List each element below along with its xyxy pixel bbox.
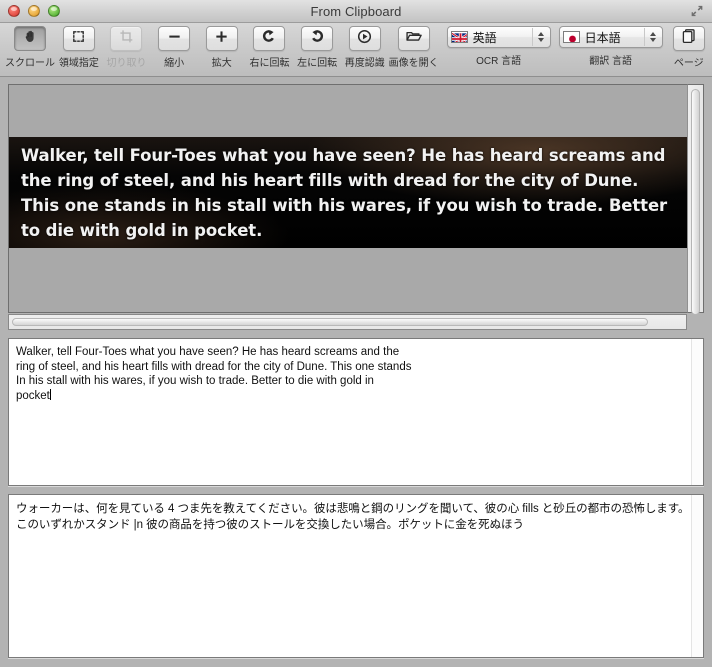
- image-preview-pane[interactable]: Walker, tell Four-Toes what you have see…: [8, 84, 687, 313]
- ocr-language-label: OCR 言語: [476, 56, 522, 67]
- toolbar-item-pages[interactable]: ページ: [671, 26, 707, 69]
- toolbar-label-scroll: スクロール: [5, 58, 55, 69]
- text-caret: [49, 388, 51, 400]
- window-titlebar: From Clipboard: [0, 0, 712, 23]
- toolbar-label-recognize: 再度認識: [344, 58, 385, 69]
- rotate-right-button[interactable]: [253, 26, 286, 51]
- open-image-button[interactable]: [397, 26, 430, 51]
- toolbar-label-zoom-out: 縮小: [164, 58, 185, 69]
- plus-icon: [214, 29, 229, 49]
- japan-flag-icon: [562, 31, 580, 43]
- uk-flag-icon: [450, 31, 468, 43]
- banner-text: Walker, tell Four-Toes what you have see…: [21, 146, 668, 240]
- minus-icon: [167, 29, 182, 49]
- ocr-language-value: 英語: [472, 30, 497, 45]
- zoom-in-button[interactable]: [205, 26, 238, 51]
- main-toolbar: スクロール 領域指定 切り取り 縮小 拡大 右に回転 左に回転 再度認識 画像を…: [0, 23, 712, 77]
- toolbar-item-zoom-in[interactable]: 拡大: [198, 26, 246, 69]
- recognize-play-icon: [357, 29, 372, 49]
- toolbar-label-rotate-left: 左に回転: [297, 58, 338, 69]
- crop-button[interactable]: [110, 26, 143, 51]
- rotate-left-icon: [309, 28, 325, 49]
- ocr-language-stepper[interactable]: [531, 28, 547, 46]
- translate-language-value: 日本語: [584, 30, 621, 45]
- minimize-button[interactable]: [28, 5, 40, 17]
- zoom-button[interactable]: [48, 5, 60, 17]
- image-horizontal-scrollbar[interactable]: [8, 314, 687, 330]
- close-button[interactable]: [8, 5, 20, 17]
- ocr-text-pane[interactable]: Walker, tell Four-Toes what you have see…: [8, 338, 704, 486]
- selection-marquee-icon: [71, 29, 86, 49]
- chevron-up-icon: [649, 32, 656, 36]
- translate-language-label: 翻訳 言語: [589, 56, 632, 67]
- toolbar-item-recognize[interactable]: 再度認識: [341, 26, 389, 69]
- select-area-button[interactable]: [62, 26, 95, 51]
- translation-text[interactable]: ウォーカーは、何を見ている 4 つま先を教えてください。彼は悲鳴と鋼のリングを聞…: [9, 495, 703, 539]
- toolbar-label-zoom-in: 拡大: [211, 58, 232, 69]
- hand-icon: [23, 29, 38, 49]
- fullscreen-icon[interactable]: [690, 4, 704, 18]
- image-preview-row: Walker, tell Four-Toes what you have see…: [8, 84, 704, 315]
- crop-icon: [119, 29, 134, 49]
- rotate-left-button[interactable]: [301, 26, 334, 51]
- toolbar-item-zoom-out[interactable]: 縮小: [150, 26, 198, 69]
- toolbar-item-rotate-right[interactable]: 右に回転: [246, 26, 294, 69]
- chevron-up-icon: [537, 32, 544, 36]
- translate-language-stepper[interactable]: [643, 28, 659, 46]
- image-preview-section: Walker, tell Four-Toes what you have see…: [8, 84, 704, 330]
- toolbar-item-rotate-left[interactable]: 左に回転: [293, 26, 341, 69]
- window-content: Walker, tell Four-Toes what you have see…: [0, 77, 712, 667]
- toolbar-item-crop[interactable]: 切り取り: [103, 26, 151, 69]
- translation-vertical-scrollbar[interactable]: [691, 495, 703, 657]
- toolbar-item-scroll[interactable]: スクロール: [5, 26, 55, 69]
- image-vertical-scrollbar[interactable]: [687, 84, 704, 315]
- open-folder-icon: [405, 29, 422, 48]
- toolbar-item-open-image[interactable]: 画像を開く: [389, 26, 439, 69]
- toolbar-label-crop: 切り取り: [106, 58, 147, 69]
- translate-language-popup[interactable]: 日本語: [558, 26, 663, 48]
- pages-icon: [681, 28, 697, 49]
- window-title: From Clipboard: [310, 3, 402, 19]
- chevron-down-icon: [537, 38, 544, 42]
- app-window: From Clipboard スクロール 領域指定 切り取り 縮小 拡大 右に回…: [0, 0, 712, 667]
- ocr-language-popup[interactable]: 英語: [446, 26, 551, 48]
- ocr-text[interactable]: Walker, tell Four-Toes what you have see…: [9, 339, 703, 409]
- rotate-right-icon: [261, 28, 277, 49]
- toolbar-item-select-area[interactable]: 領域指定: [55, 26, 103, 69]
- recognize-button[interactable]: [348, 26, 381, 51]
- zoom-out-button[interactable]: [158, 26, 191, 51]
- toolbar-label-select-area: 領域指定: [58, 58, 99, 69]
- window-controls: [8, 5, 60, 17]
- source-image-banner: Walker, tell Four-Toes what you have see…: [9, 137, 687, 248]
- toolbar-label-pages: ページ: [673, 58, 704, 69]
- ocr-language-group: 英語 OCR 言語: [446, 26, 551, 67]
- scroll-button[interactable]: [14, 26, 46, 51]
- toolbar-label-open-image: 画像を開く: [388, 58, 439, 69]
- ocr-vertical-scrollbar[interactable]: [691, 339, 703, 485]
- translate-language-group: 日本語 翻訳 言語: [558, 26, 663, 67]
- chevron-down-icon: [649, 38, 656, 42]
- pages-button[interactable]: [672, 26, 705, 51]
- image-horizontal-scrollbar-thumb[interactable]: [12, 318, 648, 326]
- toolbar-label-rotate-right: 右に回転: [249, 58, 290, 69]
- image-vertical-scrollbar-thumb[interactable]: [691, 89, 700, 315]
- translation-text-pane[interactable]: ウォーカーは、何を見ている 4 つま先を教えてください。彼は悲鳴と鋼のリングを聞…: [8, 494, 704, 658]
